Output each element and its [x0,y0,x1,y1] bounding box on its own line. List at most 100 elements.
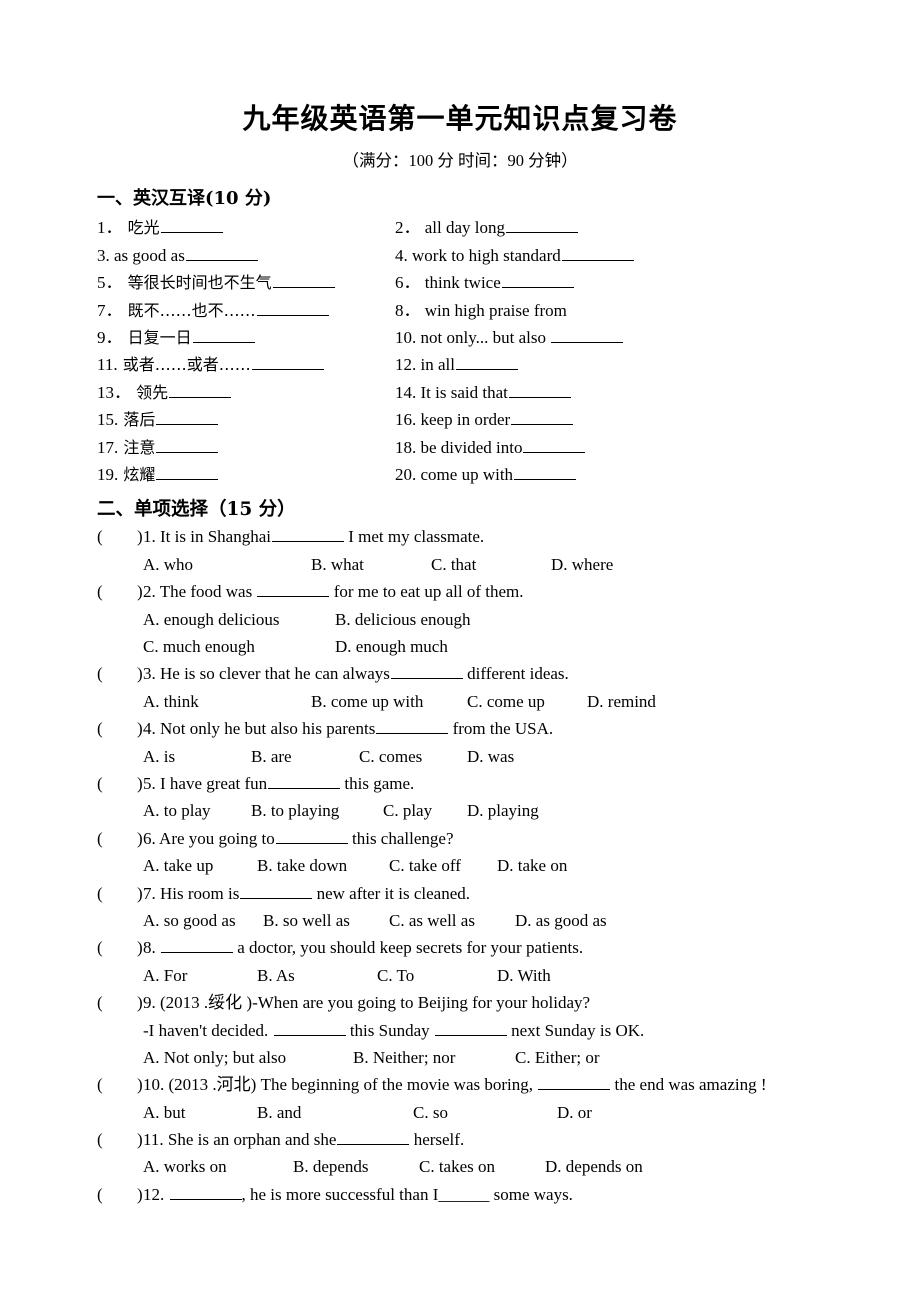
answer-option[interactable]: D. remind [587,688,656,715]
answer-bracket-open[interactable]: ( [97,825,103,852]
answer-option[interactable]: D. was [467,743,514,770]
answer-option[interactable]: C. come up [467,688,545,715]
answer-blank[interactable] [551,326,624,343]
answer-option[interactable]: A. so good as [143,907,236,934]
answer-option[interactable]: B. so well as [263,907,350,934]
answer-option[interactable]: C. comes [359,743,422,770]
answer-bracket-close[interactable]: ) [137,1071,143,1098]
answer-bracket-open[interactable]: ( [97,715,103,742]
answer-option[interactable]: A. is [143,743,175,770]
answer-blank[interactable] [561,244,634,261]
answer-blank[interactable] [275,827,348,844]
answer-bracket-close[interactable]: ) [137,523,143,550]
answer-option[interactable]: B. take down [257,852,347,879]
answer-blank[interactable] [434,1019,507,1036]
answer-bracket-open[interactable]: ( [97,1126,103,1153]
answer-option[interactable]: D. where [551,551,613,578]
answer-bracket-open[interactable]: ( [97,1071,103,1098]
answer-blank[interactable] [501,272,574,289]
answer-bracket-close[interactable]: ) [137,934,143,961]
answer-option[interactable]: C. so [413,1099,448,1126]
answer-bracket-close[interactable]: ) [137,660,143,687]
answer-bracket-close[interactable]: ) [137,880,143,907]
answer-blank[interactable] [257,581,330,598]
answer-blank[interactable] [192,326,255,343]
answer-blank[interactable] [160,217,223,234]
answer-bracket-open[interactable]: ( [97,934,103,961]
answer-option[interactable]: A. who [143,551,193,578]
answer-option[interactable]: C. take off [389,852,461,879]
answer-bracket-close[interactable]: ) [137,578,143,605]
answer-bracket-open[interactable]: ( [97,523,103,550]
answer-bracket-close[interactable]: ) [137,1181,143,1208]
answer-blank[interactable] [523,436,586,453]
answer-bracket-open[interactable]: ( [97,660,103,687]
answer-blank[interactable] [273,1019,346,1036]
answer-option[interactable]: A. take up [143,852,213,879]
answer-option[interactable]: A. enough delicious [143,606,279,633]
answer-blank[interactable] [169,381,232,398]
answer-bracket-close[interactable]: ) [137,715,143,742]
answer-option[interactable]: B. to playing [251,797,339,824]
answer-blank[interactable] [169,1183,242,1200]
answer-blank[interactable] [240,882,313,899]
answer-option[interactable]: D. With [497,962,551,989]
answer-option[interactable]: B. and [257,1099,301,1126]
answer-bracket-close[interactable]: ) [137,1126,143,1153]
answer-blank[interactable] [506,217,579,234]
answer-bracket-open[interactable]: ( [97,770,103,797]
answer-blank[interactable] [156,463,219,480]
answer-option[interactable]: C. takes on [419,1153,495,1180]
answer-option[interactable]: B. Neither; nor [353,1044,455,1071]
answer-blank[interactable] [390,663,463,680]
answer-option[interactable]: A. to play [143,797,211,824]
answer-option[interactable]: D. as good as [515,907,607,934]
answer-option[interactable]: B. As [257,962,295,989]
answer-bracket-close[interactable]: ) [137,989,143,1016]
answer-blank[interactable] [376,718,449,735]
answer-blank[interactable] [538,1074,611,1091]
answer-blank[interactable] [161,937,233,954]
answer-bracket-open[interactable]: ( [97,880,103,907]
answer-option[interactable]: D. take on [497,852,567,879]
answer-option[interactable]: A. Not only; but also [143,1044,286,1071]
answer-blank[interactable] [455,354,518,371]
answer-option[interactable]: B. delicious enough [335,606,471,633]
answer-blank[interactable] [268,772,341,789]
answer-blank[interactable] [256,299,329,316]
answer-option[interactable]: D. playing [467,797,539,824]
answer-option[interactable]: C. that [431,551,476,578]
answer-blank[interactable] [271,526,344,543]
answer-option[interactable]: A. but [143,1099,186,1126]
answer-option[interactable]: C. as well as [389,907,475,934]
answer-blank[interactable] [511,409,574,426]
answer-option[interactable]: D. depends on [545,1153,643,1180]
answer-bracket-close[interactable]: ) [137,825,143,852]
answer-blank[interactable] [272,272,335,289]
answer-option[interactable]: C. play [383,797,432,824]
answer-option[interactable]: D. enough much [335,633,448,660]
answer-blank[interactable] [508,381,571,398]
answer-option[interactable]: C. To [377,962,414,989]
answer-blank[interactable] [185,244,258,261]
answer-blank[interactable] [514,463,577,480]
answer-bracket-open[interactable]: ( [97,578,103,605]
answer-option[interactable]: A. works on [143,1153,227,1180]
answer-option[interactable]: B. are [251,743,292,770]
answer-blank[interactable] [337,1128,410,1146]
answer-option[interactable]: C. Either; or [515,1044,600,1071]
answer-bracket-open[interactable]: ( [97,989,103,1016]
answer-option[interactable]: A. think [143,688,199,715]
answer-option[interactable]: B. depends [293,1153,369,1180]
answer-blank[interactable] [251,354,324,371]
answer-option[interactable]: B. what [311,551,364,578]
answer-option[interactable]: B. come up with [311,688,423,715]
answer-bracket-close[interactable]: ) [137,770,143,797]
answer-option[interactable]: C. much enough [143,633,255,660]
answer-bracket-open[interactable]: ( [97,1181,103,1208]
answer-blank[interactable] [156,436,219,453]
answer-option[interactable]: D. or [557,1099,592,1126]
translation-item: 11. 或者……或者…… [97,351,324,378]
answer-blank[interactable] [156,409,219,426]
answer-option[interactable]: A. For [143,962,187,989]
